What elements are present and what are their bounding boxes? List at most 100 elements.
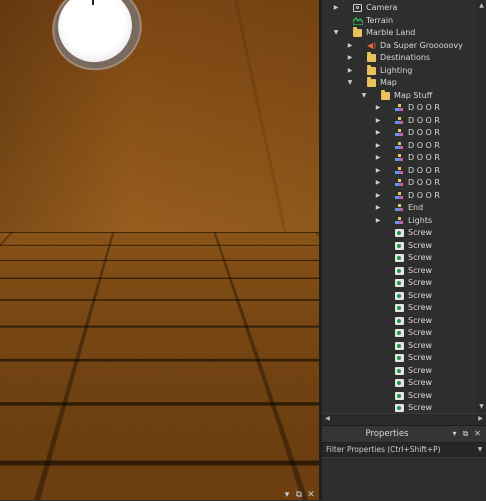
tree-row[interactable]: ▶ D O O R <box>322 177 477 190</box>
undock-icon[interactable]: ⧉ <box>461 429 470 439</box>
script-icon <box>395 279 404 287</box>
expand-arrow-icon[interactable]: ▼ <box>333 27 339 39</box>
tree-row-label: Screw <box>408 390 433 400</box>
collapse-arrow-icon[interactable]: ▶ <box>375 190 381 202</box>
expand-arrow-icon[interactable]: ▼ <box>361 90 367 102</box>
expand-arrow-icon[interactable]: ▼ <box>347 77 353 89</box>
tree-row[interactable]: ▶ D O O R <box>322 165 477 178</box>
tree-row[interactable]: ▶ ◀) Da Super Grooooovy <box>322 40 477 53</box>
tree-row-label: Screw <box>408 403 433 412</box>
close-icon[interactable]: ✕ <box>306 490 316 500</box>
script-icon <box>395 391 404 400</box>
scroll-up-icon[interactable]: ▲ <box>477 2 486 10</box>
chevron-down-icon[interactable]: ▼ <box>476 443 484 457</box>
explorer-horizontal-scrollbar[interactable]: ◀ ▶ <box>322 413 486 423</box>
3d-viewport[interactable] <box>0 0 319 500</box>
folder-icon <box>353 27 362 37</box>
scroll-left-icon[interactable]: ◀ <box>323 415 332 423</box>
tree-row[interactable]: ▼ Map Stuff <box>322 89 477 103</box>
tree-row[interactable]: Screw <box>322 265 477 278</box>
tree-row[interactable]: Screw <box>322 302 477 315</box>
model-icon <box>395 116 404 125</box>
tree-row[interactable]: ▼ Map <box>322 77 477 90</box>
tree-row-label: Screw <box>408 340 433 350</box>
script-icon <box>395 341 404 350</box>
tree-row[interactable]: Screw <box>322 240 477 253</box>
tree-row-label: Map <box>380 78 397 87</box>
tree-row[interactable]: Screw <box>322 327 477 340</box>
tree-row-label: D O O R <box>408 165 440 175</box>
tree-row[interactable]: Screw <box>322 277 477 290</box>
tree-row[interactable]: ▶ D O O R <box>322 190 477 203</box>
collapse-arrow-icon[interactable]: ▶ <box>375 102 381 114</box>
tree-row[interactable]: Screw <box>322 402 477 413</box>
undock-icon[interactable]: ⧉ <box>294 490 304 500</box>
filter-properties-input[interactable] <box>326 443 474 457</box>
close-icon[interactable]: ✕ <box>473 429 482 439</box>
tree-row[interactable]: ▶ D O O R <box>322 152 477 165</box>
tree-row[interactable]: Screw <box>322 227 477 240</box>
tree-row[interactable]: ▶ Destinations <box>322 52 477 65</box>
tree-row[interactable]: Screw <box>322 377 477 390</box>
tree-row[interactable]: Screw <box>322 340 477 353</box>
tree-row-label: Screw <box>408 265 433 275</box>
folder-icon <box>367 64 376 75</box>
tree-row-label: Screw <box>408 240 433 250</box>
collapse-arrow-icon[interactable]: ▶ <box>347 65 353 77</box>
collapse-arrow-icon[interactable]: ▶ <box>347 52 353 64</box>
camera-icon <box>353 4 362 12</box>
model-icon <box>395 191 404 200</box>
folder-icon <box>381 89 390 100</box>
tree-row[interactable]: ▶ D O O R <box>322 102 477 115</box>
model-icon <box>395 179 404 187</box>
collapse-arrow-icon[interactable]: ▶ <box>375 165 381 177</box>
collapse-arrow-icon[interactable]: ▶ <box>347 40 353 52</box>
tree-row-label: D O O R <box>408 153 440 162</box>
properties-title: Properties <box>365 429 409 439</box>
collapse-arrow-icon[interactable]: ▶ <box>333 2 339 14</box>
collapse-arrow-icon[interactable]: ▶ <box>375 202 381 214</box>
model-icon <box>395 166 404 175</box>
script-icon <box>395 291 404 300</box>
tree-row[interactable]: ▶ Camera <box>322 2 477 15</box>
collapse-arrow-icon[interactable]: ▶ <box>375 127 381 139</box>
explorer-vertical-scrollbar[interactable]: ▲ ▼ <box>477 0 486 413</box>
model-icon <box>395 141 404 150</box>
dropdown-icon[interactable]: ▾ <box>282 490 292 500</box>
tree-row[interactable]: ▶ Lighting <box>322 64 477 78</box>
tree-row[interactable]: Screw <box>322 315 477 328</box>
script-icon <box>395 304 404 312</box>
tree-row[interactable]: Screw <box>322 290 477 303</box>
model-icon <box>395 154 404 162</box>
collapse-arrow-icon[interactable]: ▶ <box>375 115 381 127</box>
tree-row-label: Screw <box>408 290 433 300</box>
folder-icon <box>367 52 376 62</box>
scroll-right-icon[interactable]: ▶ <box>476 415 485 423</box>
tree-row[interactable]: Screw <box>322 352 477 365</box>
collapse-arrow-icon[interactable]: ▶ <box>375 140 381 152</box>
properties-header: Properties ▾ ⧉ ✕ <box>322 426 486 443</box>
tree-row-label: Destinations <box>380 53 431 62</box>
tree-row[interactable]: ▶ D O O R <box>322 127 477 140</box>
tree-row[interactable]: ▶ Lights <box>322 215 477 228</box>
tree-row[interactable]: ▶ D O O R <box>322 115 477 128</box>
floor-light-spot <box>150 240 319 300</box>
dropdown-icon[interactable]: ▾ <box>450 429 459 439</box>
tree-row-label: Lights <box>408 215 433 225</box>
tree-row[interactable]: Screw <box>322 252 477 265</box>
scroll-down-icon[interactable]: ▼ <box>477 403 486 411</box>
tree-row-label: D O O R <box>408 190 440 200</box>
collapse-arrow-icon[interactable]: ▶ <box>375 152 381 164</box>
tree-row-label: Map Stuff <box>394 90 433 100</box>
collapse-arrow-icon[interactable]: ▶ <box>375 177 381 189</box>
tree-row[interactable]: Screw <box>322 365 477 378</box>
tree-row[interactable]: ▼ Marble Land <box>322 27 477 40</box>
tree-row[interactable]: ▶ End <box>322 202 477 215</box>
collapse-arrow-icon[interactable]: ▶ <box>375 215 381 227</box>
tree-row[interactable]: Screw <box>322 390 477 403</box>
model-icon <box>395 204 404 212</box>
script-icon <box>395 354 404 362</box>
tree-row[interactable]: ▶ D O O R <box>322 140 477 153</box>
tree-row[interactable]: Terrain <box>322 15 477 28</box>
explorer-panel: ▶ Camera Terrain ▼ Marble Land ▶ ◀) Da Super Gr… <box>322 0 486 423</box>
